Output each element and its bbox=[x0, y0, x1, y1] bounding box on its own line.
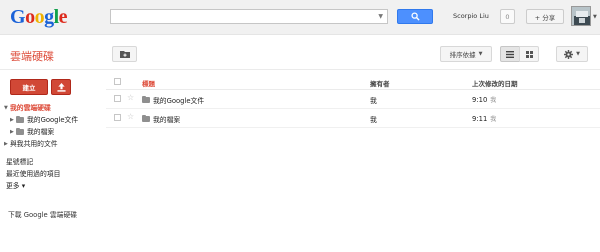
file-list: 標題 擁有者 上次修改的日期 ☆ 我的Google文件 我 9:10 我 ☆ 我的… bbox=[106, 74, 600, 128]
search-input[interactable] bbox=[111, 10, 387, 23]
sidebar-item-label: 與我共用的文件 bbox=[10, 140, 58, 148]
toolbar: 雲端硬碟 排序依據 ▼ ▼ bbox=[0, 36, 600, 70]
sidebar-item-my-files[interactable]: ▶ 我的檔案 bbox=[4, 126, 104, 138]
sidebar-item-shared-with-me[interactable]: ▶ 與我共用的文件 bbox=[4, 138, 104, 150]
row-modified-time: 9:10 bbox=[472, 96, 488, 104]
column-header-modified[interactable]: 上次修改的日期 bbox=[472, 78, 518, 88]
folder-icon bbox=[142, 96, 150, 103]
sidebar-item-label: 我的Google文件 bbox=[27, 116, 79, 124]
sidebar-item-label: 我的雲端硬碟 bbox=[10, 104, 51, 112]
notification-count-button[interactable]: 0 bbox=[500, 9, 515, 24]
upload-icon bbox=[56, 82, 66, 92]
logo-letter: G bbox=[10, 6, 26, 28]
star-icon[interactable]: ☆ bbox=[127, 112, 134, 121]
folder-icon bbox=[16, 128, 24, 135]
top-bar: Google ▼ Scorpio Liu 0 + 分享 ▼ bbox=[0, 0, 600, 35]
sidebar-item-my-google-docs[interactable]: ▶ 我的Google文件 bbox=[4, 114, 104, 126]
share-button[interactable]: + 分享 bbox=[526, 9, 564, 24]
table-row[interactable]: ☆ 我的Google文件 我 9:10 我 bbox=[106, 90, 600, 109]
search-button[interactable] bbox=[397, 9, 433, 24]
sidebar-item-recent[interactable]: 最近使用過的項目 bbox=[4, 168, 104, 180]
search-options-caret-icon[interactable]: ▼ bbox=[378, 13, 383, 20]
user-name[interactable]: Scorpio Liu bbox=[453, 12, 489, 20]
logo-letter: o bbox=[34, 6, 45, 28]
sidebar-item-my-drive[interactable]: ▼ 我的雲端硬碟 bbox=[4, 102, 104, 114]
row-modified-by: 我 bbox=[490, 97, 497, 104]
settings-button[interactable]: ▼ bbox=[556, 46, 588, 62]
chevron-down-icon: ▼ bbox=[576, 51, 580, 57]
column-header-title[interactable]: 標題 bbox=[142, 78, 155, 88]
app-title: 雲端硬碟 bbox=[10, 50, 54, 63]
download-drive-link[interactable]: 下載 Google 雲端硬碟 bbox=[8, 209, 77, 219]
list-header: 標題 擁有者 上次修改的日期 bbox=[106, 74, 600, 90]
row-title-text: 我的Google文件 bbox=[153, 97, 205, 105]
row-title[interactable]: 我的檔案 bbox=[142, 114, 180, 124]
new-folder-button[interactable] bbox=[112, 46, 137, 62]
sidebar-nav: ▼ 我的雲端硬碟 ▶ 我的Google文件 ▶ 我的檔案 ▶ 與我共用的文件 星… bbox=[4, 102, 104, 192]
sidebar-item-label: 我的檔案 bbox=[27, 128, 55, 136]
sidebar-item-more[interactable]: 更多 ▾ bbox=[4, 180, 104, 192]
row-title-text: 我的檔案 bbox=[153, 116, 181, 124]
sidebar-item-label: 星號標記 bbox=[6, 158, 34, 166]
row-modified: 9:11 我 bbox=[472, 114, 496, 123]
row-checkbox[interactable] bbox=[114, 95, 121, 102]
search-icon bbox=[410, 12, 420, 21]
upload-button[interactable] bbox=[51, 79, 71, 95]
logo-letter: g bbox=[44, 6, 54, 28]
grid-view-button[interactable] bbox=[519, 46, 539, 62]
row-checkbox[interactable] bbox=[114, 114, 121, 121]
logo-letter: o bbox=[25, 6, 35, 28]
logo-letter: e bbox=[58, 6, 68, 28]
sort-label: 排序依據 bbox=[449, 51, 476, 59]
sidebar-item-starred[interactable]: 星號標記 bbox=[4, 156, 104, 168]
list-view-button[interactable] bbox=[500, 46, 520, 62]
chevron-down-icon: ▼ bbox=[478, 51, 483, 57]
gear-icon bbox=[564, 49, 574, 59]
row-title[interactable]: 我的Google文件 bbox=[142, 95, 204, 105]
row-owner: 我 bbox=[370, 116, 377, 124]
folder-icon bbox=[142, 115, 150, 122]
row-modified-time: 9:11 bbox=[472, 115, 488, 123]
search-box: ▼ bbox=[110, 9, 388, 24]
table-row[interactable]: ☆ 我的檔案 我 9:11 我 bbox=[106, 109, 600, 128]
create-button[interactable]: 建立 bbox=[10, 79, 48, 95]
sort-button[interactable]: 排序依據 ▼ bbox=[440, 46, 492, 62]
account-caret-icon[interactable]: ▼ bbox=[593, 14, 597, 20]
avatar-image-icon bbox=[572, 7, 590, 25]
google-logo[interactable]: Google bbox=[10, 6, 68, 29]
grid-view-icon bbox=[525, 50, 533, 58]
column-header-owner[interactable]: 擁有者 bbox=[370, 78, 390, 88]
sidebar-item-label: 更多 ▾ bbox=[6, 182, 26, 190]
select-all-checkbox[interactable] bbox=[114, 78, 121, 85]
row-modified-by: 我 bbox=[490, 116, 497, 123]
row-owner: 我 bbox=[370, 97, 377, 105]
folder-icon bbox=[16, 116, 24, 123]
avatar[interactable] bbox=[571, 6, 591, 26]
star-icon[interactable]: ☆ bbox=[127, 93, 134, 102]
list-view-icon bbox=[506, 50, 514, 58]
new-folder-icon bbox=[119, 51, 130, 58]
sidebar-item-label: 最近使用過的項目 bbox=[6, 170, 61, 178]
row-modified: 9:10 我 bbox=[472, 95, 496, 104]
